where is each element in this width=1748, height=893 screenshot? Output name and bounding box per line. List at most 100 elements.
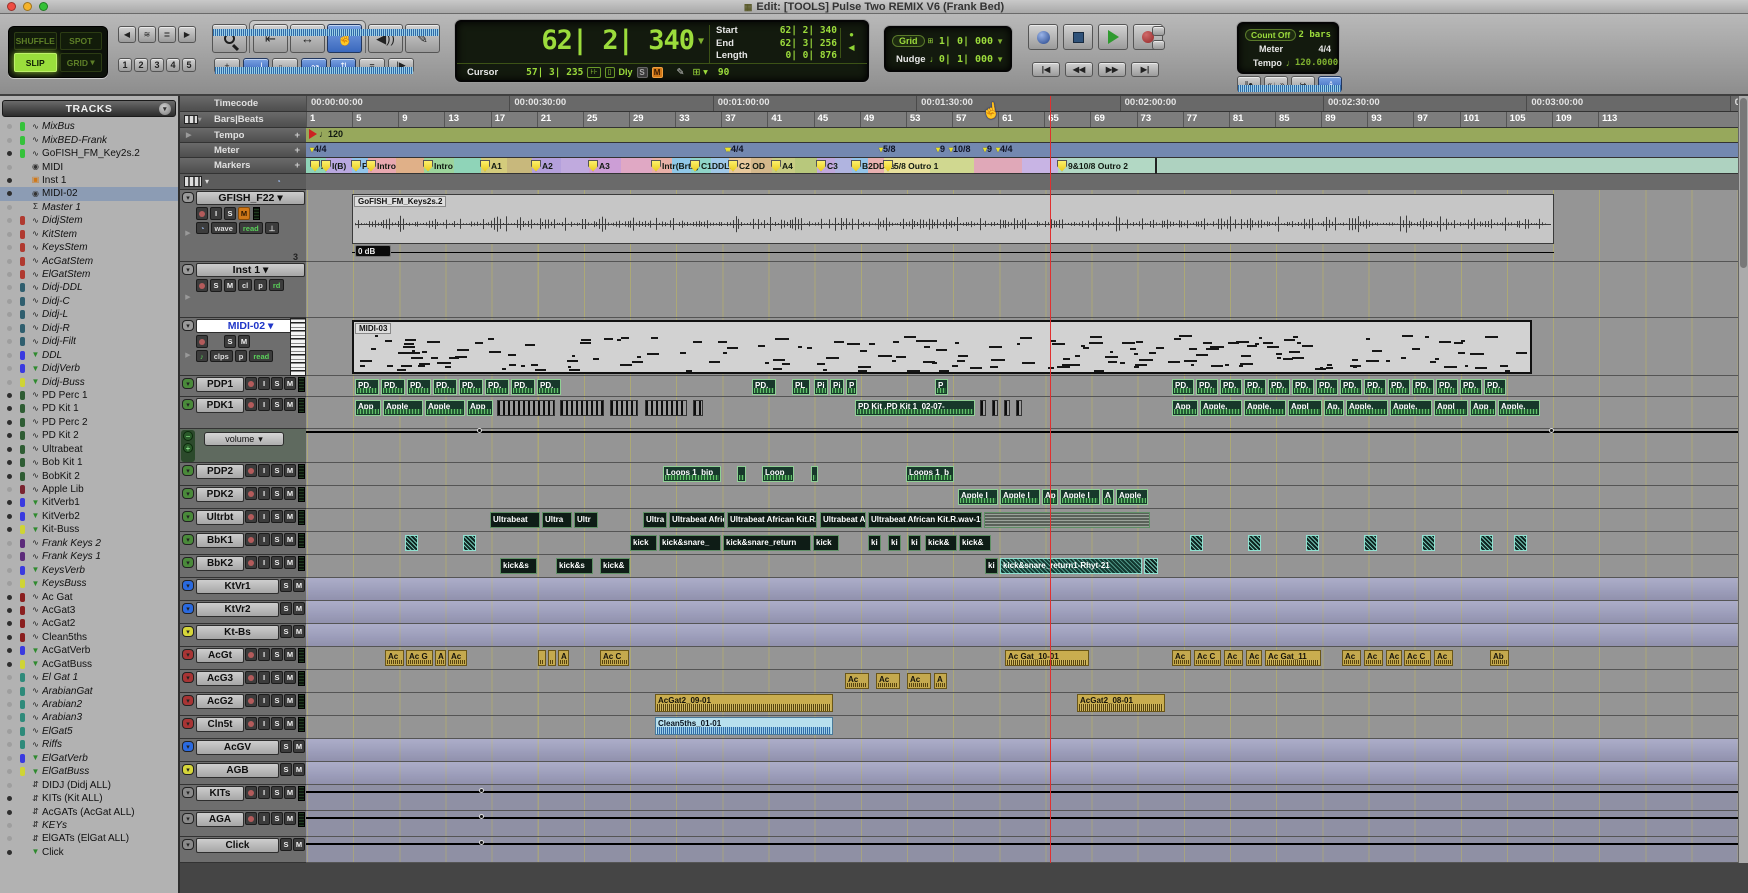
track-list-name[interactable]: ElGatVerb xyxy=(42,753,88,764)
collapse-chevron-icon[interactable]: ▾ xyxy=(182,813,194,824)
track-list-name[interactable]: MIDI-02 xyxy=(42,188,78,199)
meter-ruler[interactable]: ▾4/4▾▾4/4▾5/8▾9▾10/8▾9▾4/4 xyxy=(306,143,1748,158)
audio-clip-gofish[interactable]: GoFISH_FM_Keys2s.2 xyxy=(352,194,1554,244)
automation-mode-selector[interactable]: read xyxy=(239,222,263,234)
track-list-item[interactable]: ∿ Apple Lib xyxy=(0,483,178,496)
track-view-selector[interactable]: wave xyxy=(211,222,237,234)
zoom-preset-button[interactable]: 1 xyxy=(118,58,132,72)
track-list-name[interactable]: KeysVerb xyxy=(42,565,85,576)
track-list-item[interactable]: ▼ ElGatBuss xyxy=(0,765,178,778)
track-lane[interactable] xyxy=(306,716,1748,739)
collapse-lane-icon[interactable]: − xyxy=(183,431,193,441)
track-lane[interactable] xyxy=(306,693,1748,716)
mute-badge[interactable]: M xyxy=(652,67,663,78)
clip[interactable]: A xyxy=(558,650,569,666)
track-show-dot[interactable] xyxy=(7,353,12,358)
track-lane[interactable] xyxy=(306,624,1748,647)
track-lane[interactable] xyxy=(306,811,1748,837)
solo-button[interactable]: S xyxy=(271,464,283,477)
track-list-name[interactable]: AcGat2 xyxy=(42,618,75,629)
track-show-dot[interactable] xyxy=(7,769,12,774)
track-list-item[interactable]: ∿ Frank Keys 2 xyxy=(0,537,178,550)
clip[interactable]: kick&s xyxy=(500,558,537,574)
meter-event[interactable]: ▾5/8 xyxy=(879,144,896,154)
track-name[interactable]: PDP2 xyxy=(196,464,244,479)
track-list-item[interactable]: ⇵ DIDJ (Didj ALL) xyxy=(0,778,178,791)
meter-event[interactable]: ▾4/4 xyxy=(310,144,327,154)
track-show-dot[interactable] xyxy=(7,326,12,331)
clip[interactable] xyxy=(1004,400,1010,416)
track-list-item[interactable]: ▼ Didj-Buss xyxy=(0,375,178,388)
clip[interactable] xyxy=(737,466,746,482)
track-list-name[interactable]: AcGat3 xyxy=(42,605,75,616)
collapse-chevron-icon[interactable]: ▾ xyxy=(182,192,194,203)
selection-row-value[interactable]: 0| 0| 876 xyxy=(786,50,837,63)
clip[interactable]: Ac xyxy=(448,650,467,666)
clip[interactable]: Ac xyxy=(1246,650,1262,666)
collapse-chevron-icon[interactable]: ▾ xyxy=(182,264,194,275)
track-show-dot[interactable] xyxy=(7,460,12,465)
tempo-label[interactable]: Tempo xyxy=(1253,58,1282,68)
clip[interactable]: PD. xyxy=(1316,379,1338,395)
expand-lane-icon[interactable]: + xyxy=(183,443,193,453)
track-list-name[interactable]: PD Kit 2 xyxy=(42,430,79,441)
track-list-name[interactable]: Didj-L xyxy=(42,309,68,320)
mute-button[interactable]: M xyxy=(284,786,296,799)
track-show-dot[interactable] xyxy=(7,836,12,841)
mute-button[interactable]: M xyxy=(238,207,250,220)
collapse-chevron-icon[interactable]: ▾ xyxy=(182,511,194,522)
clip[interactable]: PD. xyxy=(1436,379,1458,395)
collapse-chevron-icon[interactable]: ▾ xyxy=(182,626,194,637)
track-name[interactable]: BbK1 xyxy=(196,533,244,548)
edit-window-view-selector-icon[interactable] xyxy=(184,176,202,187)
clip[interactable]: Apple I xyxy=(958,489,998,505)
track-show-dot[interactable] xyxy=(7,259,12,264)
clip[interactable]: Loop xyxy=(762,466,794,482)
track-name[interactable]: Kt-Bs xyxy=(196,625,279,640)
track-name[interactable]: AGA xyxy=(196,812,244,827)
track-lane[interactable] xyxy=(306,578,1748,601)
clip[interactable]: PL xyxy=(792,379,810,395)
track-show-dot[interactable] xyxy=(7,339,12,344)
track-name[interactable]: KtVr2 xyxy=(196,602,279,617)
track-show-dot[interactable] xyxy=(7,380,12,385)
mute-button[interactable]: M xyxy=(293,602,305,615)
track-list-item[interactable]: ▼ AcGatVerb xyxy=(0,644,178,657)
track-lane[interactable] xyxy=(306,670,1748,693)
track-list-name[interactable]: DidjStem xyxy=(42,215,83,226)
clip[interactable]: Apple xyxy=(1116,489,1148,505)
clip[interactable]: Ac C xyxy=(600,650,629,666)
track-show-dot[interactable] xyxy=(7,299,12,304)
track-list-item[interactable]: ▼ DDL xyxy=(0,348,178,361)
solo-button[interactable]: S xyxy=(271,671,283,684)
track-list-name[interactable]: Didj-C xyxy=(42,296,70,307)
clip[interactable]: Ultrabeat Afric xyxy=(669,512,725,528)
clip[interactable]: Ac xyxy=(1386,650,1402,666)
clip[interactable]: PD. xyxy=(1412,379,1434,395)
clip[interactable] xyxy=(306,817,1748,819)
track-show-dot[interactable] xyxy=(7,729,12,734)
clip[interactable]: PD. xyxy=(1364,379,1386,395)
pencil-icon[interactable]: ✎ xyxy=(677,67,685,78)
solo-button[interactable]: S xyxy=(271,510,283,523)
track-list-item[interactable]: ∿ MixBus xyxy=(0,120,178,133)
tempo-ruler[interactable]: ♩120 xyxy=(306,128,1748,143)
track-list-item[interactable]: ▼ KeysBuss xyxy=(0,577,178,590)
track-list-name[interactable]: KitVerb1 xyxy=(42,497,80,508)
clip[interactable]: PD. xyxy=(752,379,776,395)
record-enable-button[interactable] xyxy=(196,279,208,292)
track-list-name[interactable]: El Gat 1 xyxy=(42,672,78,683)
grid-value[interactable]: 1| 0| 000 xyxy=(939,36,993,47)
track-show-dot[interactable] xyxy=(7,366,12,371)
track-list-name[interactable]: Didj-R xyxy=(42,323,70,334)
automation-mode-selector[interactable]: rd xyxy=(269,279,285,291)
meter-event[interactable]: ▾10/8 xyxy=(949,144,971,154)
input-monitor-button[interactable]: I xyxy=(258,671,270,684)
nudge-value[interactable]: 0| 1| 000 xyxy=(939,54,993,65)
marker[interactable]: A4 xyxy=(771,160,793,171)
clip[interactable] xyxy=(405,535,418,551)
mute-button[interactable]: M xyxy=(293,740,305,753)
solo-button[interactable]: S xyxy=(271,717,283,730)
track-list-name[interactable]: Frank Keys 2 xyxy=(42,538,101,549)
selection-row-value[interactable]: 62| 3| 256 xyxy=(780,38,837,51)
